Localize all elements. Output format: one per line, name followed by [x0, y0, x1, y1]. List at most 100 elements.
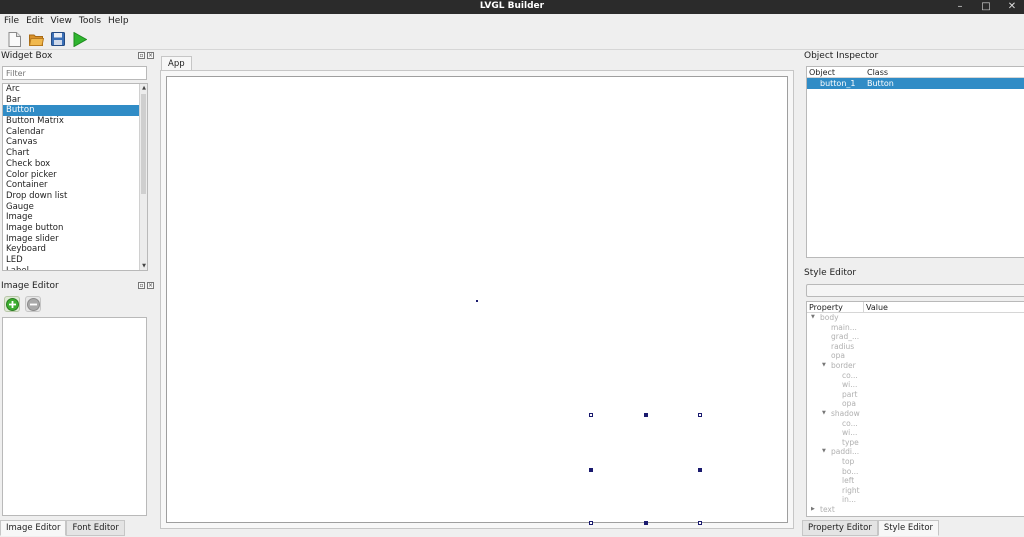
column-header-value[interactable]: Value: [864, 302, 1024, 312]
minimize-button[interactable]: –: [954, 1, 966, 13]
save-button[interactable]: [50, 31, 66, 47]
resize-handle[interactable]: [698, 521, 702, 525]
tree-item-label: co...: [842, 418, 858, 428]
tree-item-label: bo...: [842, 466, 859, 476]
tab-style-editor[interactable]: Style Editor: [877, 520, 940, 536]
scroll-up-icon[interactable]: ▲: [140, 84, 147, 92]
collapse-arrow-icon[interactable]: ▶: [811, 505, 815, 515]
object-inspector-title: Object Inspector: [804, 51, 879, 61]
close-dock-icon[interactable]: ×: [147, 52, 154, 59]
tree-item[interactable]: ▼ shadow: [807, 409, 1024, 419]
new-file-button[interactable]: [6, 31, 22, 47]
tree-item[interactable]: top: [807, 457, 1024, 467]
image-list[interactable]: [2, 317, 147, 516]
tab-font-editor[interactable]: Font Editor: [66, 520, 125, 536]
resize-handle[interactable]: [589, 413, 593, 417]
menu-tools[interactable]: Tools: [79, 14, 105, 29]
close-button[interactable]: ✕: [1006, 1, 1018, 13]
widget-item[interactable]: Image: [3, 212, 140, 223]
expand-arrow-icon[interactable]: ▼: [811, 313, 815, 323]
widget-item[interactable]: Label: [3, 266, 140, 270]
tree-item[interactable]: co...: [807, 371, 1024, 381]
scroll-down-icon[interactable]: ▼: [140, 262, 147, 270]
minus-icon: [26, 297, 40, 311]
menu-file[interactable]: File: [4, 14, 23, 29]
expand-arrow-icon[interactable]: ▼: [822, 361, 826, 371]
tree-item-label: left: [842, 476, 855, 486]
tree-item[interactable]: opa: [807, 399, 1024, 409]
scroll-thumb[interactable]: [141, 94, 146, 194]
widget-item[interactable]: Canvas: [3, 137, 140, 148]
tree-item[interactable]: wi...: [807, 428, 1024, 438]
tree-item-label: main...: [831, 322, 857, 332]
widget-filter-input[interactable]: [2, 66, 147, 80]
tree-item[interactable]: type: [807, 438, 1024, 448]
resize-handle[interactable]: [698, 468, 702, 472]
widget-item[interactable]: Arc: [3, 84, 140, 95]
tree-item[interactable]: ▼ paddi...: [807, 447, 1024, 457]
tree-item[interactable]: co...: [807, 419, 1024, 429]
run-button[interactable]: [72, 31, 88, 47]
tab-app[interactable]: App: [161, 56, 192, 71]
widget-item[interactable]: Image button: [3, 223, 140, 234]
widget-item[interactable]: Button Matrix: [3, 116, 140, 127]
tree-item[interactable]: ▼ body: [807, 313, 1024, 323]
widget-item[interactable]: Drop down list: [3, 191, 140, 202]
tree-item[interactable]: radius: [807, 342, 1024, 352]
tree-item[interactable]: ▶ text: [807, 505, 1024, 515]
object-table-header: Object Class: [807, 67, 1024, 78]
remove-image-button[interactable]: [25, 296, 41, 312]
tree-item[interactable]: main...: [807, 323, 1024, 333]
left-dock-tabs: Image Editor Font Editor: [0, 520, 125, 536]
expand-arrow-icon[interactable]: ▼: [822, 409, 826, 419]
add-image-button[interactable]: [4, 296, 20, 312]
widget-item[interactable]: Button: [3, 105, 140, 117]
menu-view[interactable]: View: [51, 14, 76, 29]
tree-item[interactable]: opa: [807, 351, 1024, 361]
widget-item[interactable]: Bar: [3, 95, 140, 106]
resize-handle[interactable]: [644, 521, 648, 525]
widget-box-title: Widget Box: [1, 51, 53, 61]
widget-item[interactable]: Keyboard: [3, 244, 140, 255]
style-selector-dropdown[interactable]: [806, 284, 1024, 297]
tree-item[interactable]: in...: [807, 495, 1024, 505]
resize-handle[interactable]: [589, 521, 593, 525]
maximize-button[interactable]: □: [980, 1, 992, 13]
tree-item[interactable]: grad_...: [807, 332, 1024, 342]
tree-item[interactable]: wi...: [807, 380, 1024, 390]
resize-handle[interactable]: [644, 413, 648, 417]
widget-item[interactable]: LED: [3, 255, 140, 266]
widget-item[interactable]: Chart: [3, 148, 140, 159]
resize-handle[interactable]: [589, 468, 593, 472]
widget-item[interactable]: Calendar: [3, 127, 140, 138]
float-icon[interactable]: ▫: [138, 282, 145, 289]
widget-item[interactable]: Gauge: [3, 202, 140, 213]
open-button[interactable]: [28, 31, 44, 47]
tree-item[interactable]: part: [807, 390, 1024, 400]
widget-item[interactable]: Check box: [3, 159, 140, 170]
menu-help[interactable]: Help: [108, 14, 133, 29]
tab-property-editor[interactable]: Property Editor: [802, 520, 878, 536]
resize-handle[interactable]: [698, 413, 702, 417]
tree-item-label: radius: [831, 341, 855, 351]
widget-item[interactable]: Container: [3, 180, 140, 191]
column-header-property[interactable]: Property: [807, 302, 864, 312]
menu-edit[interactable]: Edit: [26, 14, 47, 29]
float-icon[interactable]: ▫: [138, 52, 145, 59]
table-row[interactable]: button_1 Button: [807, 78, 1024, 89]
expand-arrow-icon[interactable]: ▼: [822, 447, 826, 457]
widget-list-scrollbar[interactable]: ▲ ▼: [139, 84, 147, 270]
widget-item[interactable]: Color picker: [3, 170, 140, 181]
tree-item[interactable]: right: [807, 486, 1024, 496]
design-canvas[interactable]: [166, 76, 788, 525]
column-header-class[interactable]: Class: [865, 67, 1024, 77]
tab-image-editor[interactable]: Image Editor: [0, 520, 67, 536]
close-dock-icon[interactable]: ×: [147, 282, 154, 289]
tree-item[interactable]: ▼ border: [807, 361, 1024, 371]
tree-item-label: type: [842, 437, 859, 447]
widget-item[interactable]: Image slider: [3, 234, 140, 245]
column-header-object[interactable]: Object: [807, 67, 865, 77]
tree-item[interactable]: left: [807, 476, 1024, 486]
tree-item[interactable]: bo...: [807, 467, 1024, 477]
tree-item-label: opa: [842, 399, 856, 409]
